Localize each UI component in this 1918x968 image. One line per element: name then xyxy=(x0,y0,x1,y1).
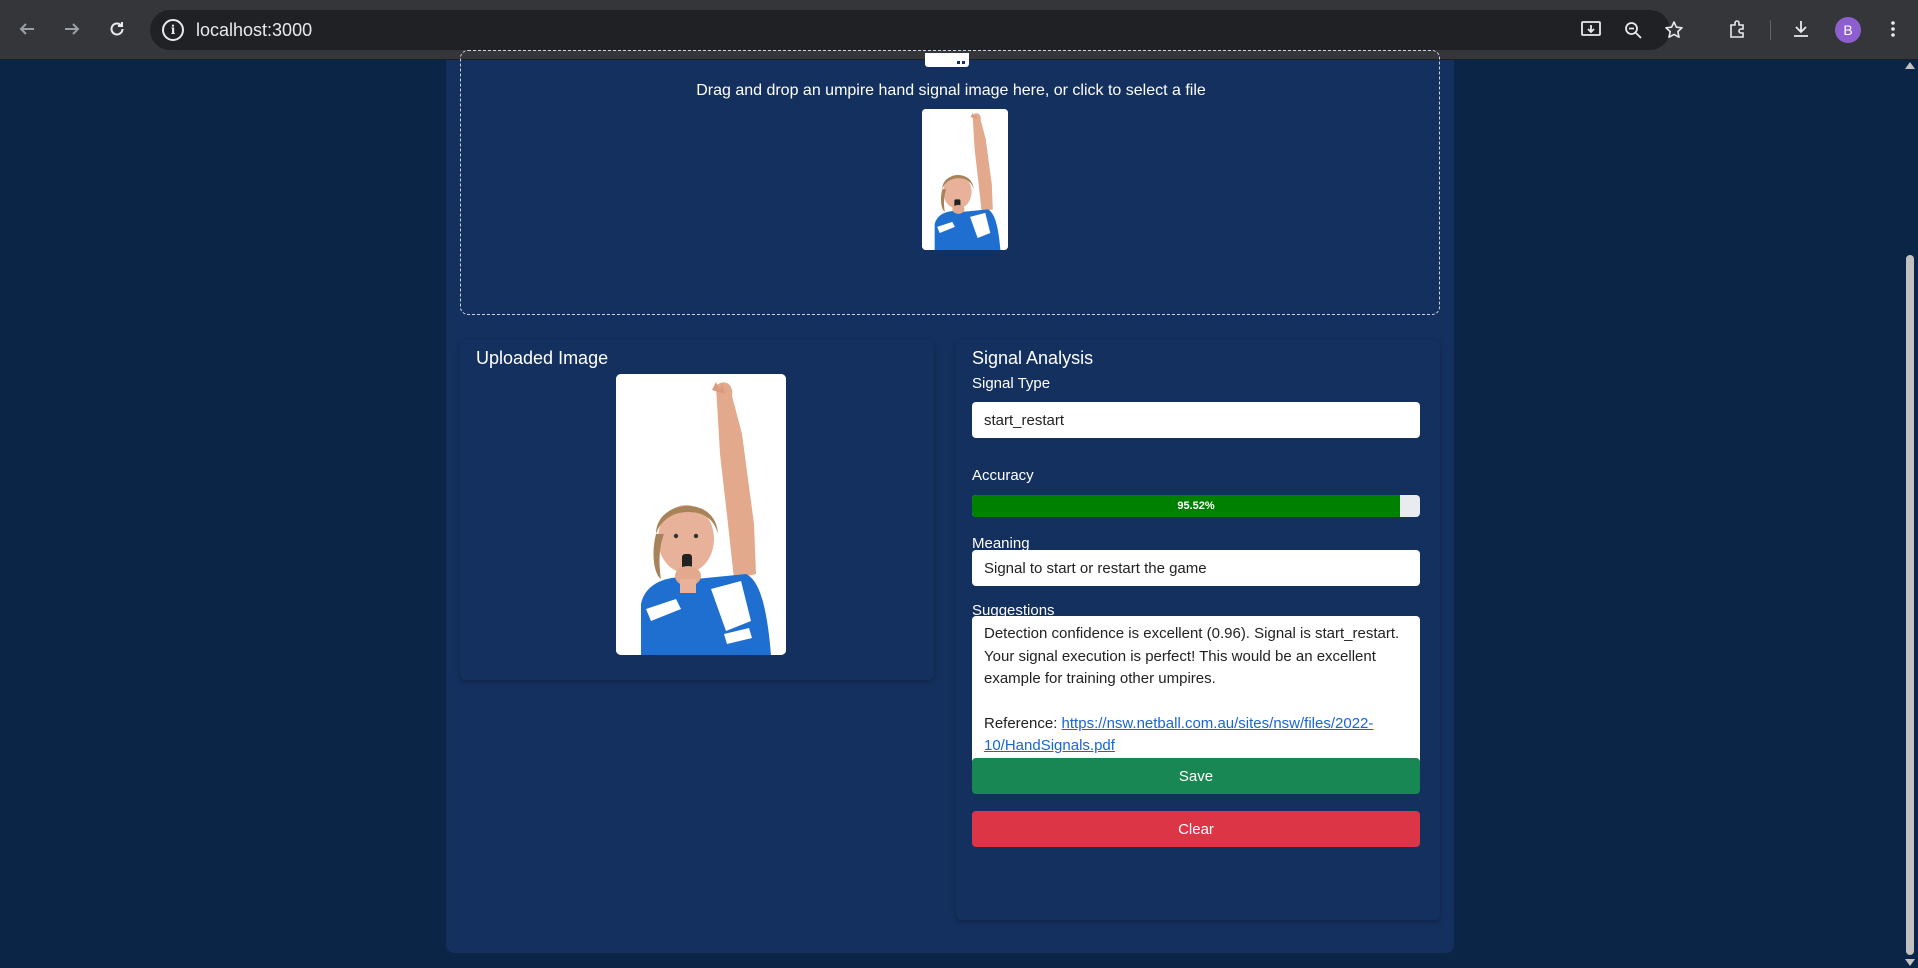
uploaded-image xyxy=(616,374,786,655)
info-icon[interactable]: i xyxy=(162,19,184,41)
accuracy-progress: 95.52% xyxy=(972,495,1420,517)
scroll-down-icon[interactable] xyxy=(1905,959,1915,966)
dropzone-text: Drag and drop an umpire hand signal imag… xyxy=(696,82,1206,99)
puzzle-icon[interactable] xyxy=(1724,15,1752,43)
toolbar-divider xyxy=(1770,20,1771,40)
address-bar[interactable]: i localhost:3000 xyxy=(150,10,1683,50)
suggestions-text: Detection confidence is excellent (0.96)… xyxy=(984,625,1400,687)
signal-type-label: Signal Type xyxy=(972,375,1051,392)
arrow-right-icon[interactable] xyxy=(58,15,86,43)
suggestions-box[interactable]: Detection confidence is excellent (0.96)… xyxy=(972,616,1420,764)
install-app-icon[interactable] xyxy=(1580,19,1602,41)
reload-icon[interactable] xyxy=(103,15,131,43)
accuracy-value: 95.52% xyxy=(1177,500,1215,512)
main-container: Drag and drop an umpire hand signal imag… xyxy=(446,50,1454,953)
star-icon[interactable] xyxy=(1663,19,1685,41)
upload-icon xyxy=(923,51,971,67)
kebab-menu-icon[interactable] xyxy=(1879,15,1907,43)
signal-type-field[interactable]: start_restart xyxy=(972,402,1420,438)
meaning-field[interactable]: Signal to start or restart the game xyxy=(972,550,1420,586)
signal-analysis-panel: Signal Analysis Signal Type start_restar… xyxy=(956,340,1440,920)
uploaded-image-panel: Uploaded Image xyxy=(460,340,934,680)
url-text[interactable]: localhost:3000 xyxy=(196,20,312,41)
page-scrollbar[interactable] xyxy=(1902,60,1918,968)
signal-type-value: start_restart xyxy=(984,411,1065,429)
accuracy-label: Accuracy xyxy=(972,467,1034,484)
uploaded-image-title: Uploaded Image xyxy=(476,348,609,368)
scrollbar-thumb[interactable] xyxy=(1906,255,1914,955)
scroll-up-icon[interactable] xyxy=(1905,62,1915,69)
arrow-left-icon[interactable] xyxy=(13,15,41,43)
zoom-out-icon[interactable] xyxy=(1622,19,1644,41)
profile-avatar[interactable]: B xyxy=(1835,17,1861,43)
save-button[interactable]: Save xyxy=(972,758,1420,794)
signal-analysis-title: Signal Analysis xyxy=(972,348,1094,368)
preview-thumbnail xyxy=(922,109,1008,250)
reference-line: Reference: https://nsw.netball.com.au/si… xyxy=(984,713,1408,758)
download-icon[interactable] xyxy=(1787,15,1815,43)
meaning-value: Signal to start or restart the game xyxy=(984,559,1207,577)
image-dropzone[interactable]: Drag and drop an umpire hand signal imag… xyxy=(460,50,1440,315)
clear-button[interactable]: Clear xyxy=(972,811,1420,847)
reference-prefix: Reference: xyxy=(984,714,1062,732)
